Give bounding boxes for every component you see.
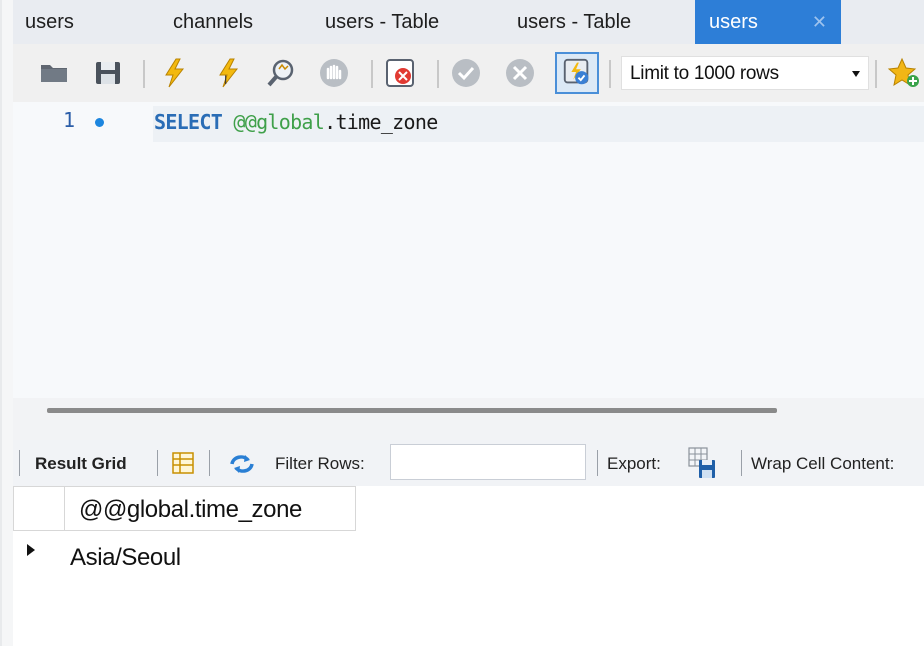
form-view-icon[interactable] [171, 451, 195, 475]
limit-rows-select[interactable]: Limit to 1000 rows [621, 56, 869, 90]
chevron-down-icon [852, 71, 860, 77]
open-folder-icon[interactable] [37, 56, 71, 90]
export-label: Export: [607, 454, 661, 473]
commit-icon[interactable] [449, 56, 483, 90]
tab-bar: users channels users - Table users - Tab… [13, 0, 924, 44]
rollback-icon[interactable] [503, 56, 537, 90]
toggle-error-icon[interactable] [383, 56, 417, 90]
sql-identifier: .time_zone [324, 110, 438, 134]
sql-editor[interactable]: 1 SELECT @@global.time_zone [13, 102, 924, 398]
autocommit-toggle[interactable] [555, 52, 599, 94]
stop-icon[interactable] [317, 56, 351, 90]
sql-keyword: SELECT [154, 110, 223, 134]
table-cell[interactable]: Asia/Seoul [70, 538, 181, 578]
column-header[interactable]: @@global.time_zone [64, 486, 356, 531]
query-toolbar: I Limit to 1000 rows [13, 44, 924, 102]
close-icon[interactable]: ✕ [812, 0, 827, 44]
result-grid-label[interactable]: Result Grid [35, 440, 127, 488]
execute-current-icon[interactable]: I [211, 56, 245, 90]
execute-icon[interactable] [157, 56, 191, 90]
column-header-label: @@global.time_zone [79, 496, 302, 523]
autocommit-icon [563, 58, 589, 85]
save-icon[interactable] [91, 56, 125, 90]
tab-users[interactable]: users [25, 0, 145, 44]
tab-label: users [25, 11, 74, 33]
tab-users-table-2[interactable]: users - Table [517, 0, 677, 44]
tab-label: users [709, 11, 758, 33]
grid-corner-cell[interactable] [13, 486, 65, 531]
tab-users-active[interactable]: users ✕ [695, 0, 841, 44]
horizontal-scrollbar[interactable] [47, 408, 777, 413]
result-grid: @@global.time_zone Asia/Seoul [13, 486, 924, 646]
editor-splitter[interactable] [13, 398, 924, 440]
table-row[interactable]: Asia/Seoul [13, 531, 924, 575]
filter-rows-input[interactable] [390, 444, 586, 480]
tab-channels[interactable]: channels [173, 0, 303, 44]
limit-rows-label: Limit to 1000 rows [630, 63, 779, 84]
tab-label: channels [173, 11, 254, 33]
filter-rows-label: Filter Rows: [275, 454, 365, 473]
sql-variable: @@global [233, 110, 325, 134]
wrap-cell-label: Wrap Cell Content: [751, 454, 895, 473]
export-icon[interactable] [687, 446, 717, 480]
tab-users-table-1[interactable]: users - Table [325, 0, 485, 44]
sql-code-line[interactable]: SELECT @@global.time_zone [154, 110, 438, 134]
svg-text:I: I [224, 73, 227, 87]
tab-label: users - Table [325, 11, 440, 33]
line-number: 1 [63, 108, 76, 132]
statement-marker-icon [95, 118, 104, 127]
explain-icon[interactable] [265, 56, 299, 90]
refresh-icon[interactable] [227, 452, 257, 476]
row-pointer-icon [27, 544, 35, 556]
left-edge [0, 0, 13, 646]
result-toolbar: Result Grid Filter Rows: Export: Wrap Ce… [13, 440, 924, 486]
tab-label: users - Table [517, 11, 632, 33]
add-snippet-icon[interactable] [887, 56, 921, 90]
